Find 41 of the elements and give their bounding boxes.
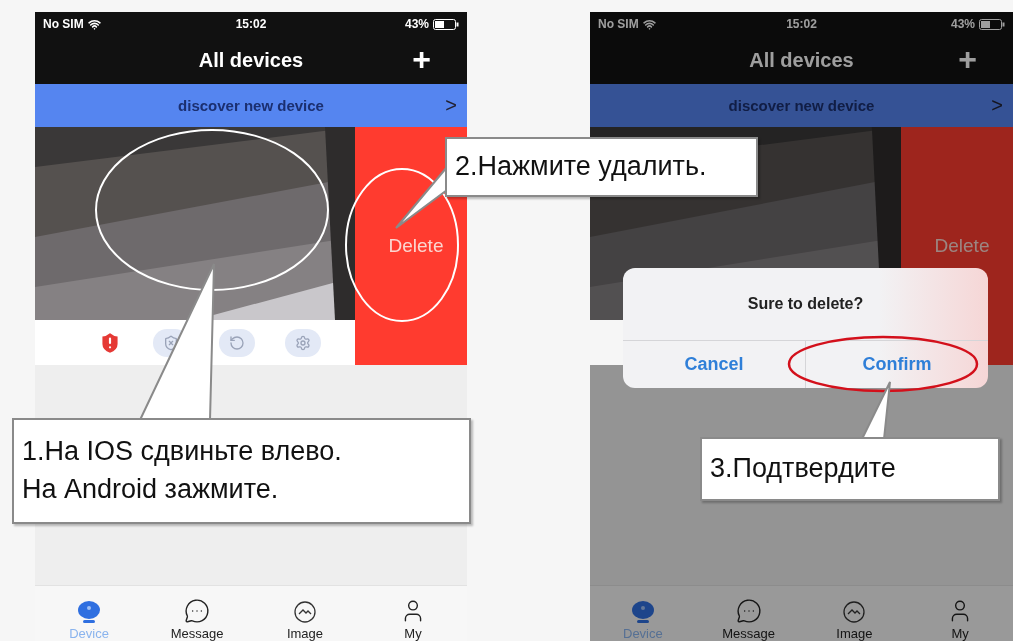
tab-item[interactable]: My — [907, 586, 1013, 641]
tab-item[interactable]: Image — [251, 586, 359, 641]
replay-button[interactable] — [219, 328, 255, 357]
add-button[interactable]: + — [958, 42, 977, 76]
screen-title: All devices — [749, 48, 854, 72]
wifi-icon — [642, 17, 656, 31]
settings-button[interactable] — [285, 328, 321, 357]
replay-icon — [229, 334, 245, 351]
dialog-title: Sure to delete? — [747, 295, 864, 313]
tab-item[interactable]: Message — [695, 586, 802, 641]
banner-text: discover new device — [178, 97, 324, 114]
callout-text: 1.На IOS сдвиньте влево. — [22, 435, 343, 469]
tab-item[interactable]: Image — [801, 586, 908, 641]
callout-text: 3.Подтвердите — [710, 452, 897, 486]
battery-text: 43% — [950, 17, 975, 31]
tab-item[interactable]: My — [359, 586, 467, 641]
image-icon — [292, 600, 318, 624]
image-icon — [841, 600, 868, 624]
message-icon — [735, 598, 762, 624]
message-icon — [184, 598, 210, 624]
settings-icon — [295, 334, 311, 351]
carrier-text: No SIM — [43, 17, 84, 31]
camera-icon — [76, 600, 102, 624]
clock-text: 15:02 — [235, 17, 267, 31]
battery-icon — [433, 18, 459, 30]
dialog-button[interactable]: Cancel — [623, 341, 805, 388]
callout-text: На Android зажмите. — [22, 473, 280, 506]
add-button[interactable]: + — [412, 42, 431, 76]
wifi-icon — [87, 17, 101, 31]
battery-text: 43% — [404, 17, 429, 31]
camera-icon — [629, 600, 656, 624]
chevron-text: > — [445, 94, 457, 117]
discover-banner[interactable]: discover new device > — [35, 84, 467, 127]
tab-item[interactable]: Message — [143, 586, 251, 641]
chevron-text: > — [991, 94, 1003, 117]
screen-title: All devices — [198, 48, 304, 72]
carrier-text: No SIM — [598, 17, 639, 31]
clock-text: 15:02 — [786, 17, 817, 31]
callout-text: 2.Нажмите удалить. — [455, 150, 708, 184]
banner-text: discover new device — [728, 97, 875, 114]
battery-icon — [979, 18, 1005, 30]
